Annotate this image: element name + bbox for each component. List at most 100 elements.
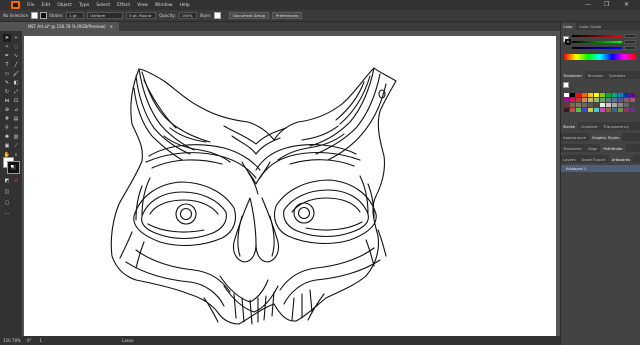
brushes-panel-tabs: Transform Brushes Symbols	[560, 71, 640, 79]
tools-panel: ➤ ➢ ✧ ◌ ✒ ∿ T ╱ ▭ 🖌 ✎ ◧ ↻ ⤢ ⋈ ⊡ ⊕ ⊿ # ▤ …	[0, 31, 22, 336]
pen-tool-icon[interactable]: ✒	[3, 52, 11, 60]
artboard-item-label: Artboard 1	[566, 166, 587, 171]
column-graph-tool-icon[interactable]: ▥	[12, 133, 20, 141]
brush-preview[interactable]	[563, 82, 569, 88]
menu-select[interactable]: Select	[96, 3, 110, 8]
canvas-area[interactable]	[22, 31, 560, 336]
symbol-sprayer-tool-icon[interactable]: ✺	[3, 133, 11, 141]
style-label: Style:	[199, 13, 212, 18]
menu-effect[interactable]: Effect	[117, 3, 130, 8]
edit-toolbar-icon[interactable]: ⋯	[3, 210, 11, 218]
tab-pathfinder[interactable]: Pathfinder	[600, 144, 626, 152]
lasso-tool-icon[interactable]: ◌	[12, 43, 20, 51]
blue-slider[interactable]	[572, 45, 636, 50]
gradient-tool-icon[interactable]: ▤	[12, 115, 20, 123]
rotate-tool-icon[interactable]: ↻	[3, 88, 11, 96]
eyedropper-tool-icon[interactable]: ⚲	[3, 124, 11, 132]
menu-view[interactable]: View	[137, 3, 148, 8]
preferences-button[interactable]: Preferences	[272, 12, 303, 19]
screen-mode-icon[interactable]: ▢	[3, 199, 11, 207]
direct-selection-tool-icon[interactable]: ➢	[12, 34, 20, 42]
minimize-icon[interactable]: —	[585, 1, 591, 8]
tab-layers[interactable]: Layers	[560, 155, 579, 163]
menu-window[interactable]: Window	[155, 3, 173, 8]
tab-artboards[interactable]: Artboards	[608, 155, 634, 163]
opacity-field[interactable]: 100%	[178, 12, 197, 19]
document-title: NST Art.ai* @ 156.78 % (RGB/Preview)	[28, 24, 106, 29]
tab-graphic-styles[interactable]: Graphic Styles	[588, 133, 623, 141]
current-tool-name: Lasso	[122, 338, 134, 343]
stroke-color-icon[interactable]	[7, 161, 20, 174]
document-setup-button[interactable]: Document Setup	[229, 12, 270, 19]
layers-panel-tabs: Layers Asset Export Artboards	[560, 155, 640, 163]
stroke-panel-tabs: Stroke Gradient Transparency	[560, 122, 640, 130]
document-tab[interactable]: NST Art.ai* @ 156.78 % (RGB/Preview) ✕	[22, 22, 119, 31]
tab-transparency[interactable]: Transparency	[601, 122, 632, 130]
swatches-grid[interactable]	[564, 93, 636, 112]
fill-swatch[interactable]	[31, 12, 39, 19]
menu-help[interactable]: Help	[180, 3, 190, 8]
line-tool-icon[interactable]: ╱	[12, 61, 20, 69]
default-colors-icon[interactable]: ◩	[3, 177, 11, 185]
opacity-label: Opacity:	[159, 13, 176, 18]
artboard-tool-icon[interactable]: ▣	[3, 142, 11, 150]
variable-width-profile[interactable]: Uniform	[87, 12, 124, 19]
document-tab-bar: NST Art.ai* @ 156.78 % (RGB/Preview) ✕	[22, 22, 560, 31]
artboard-list-item[interactable]: Artboard 1	[560, 165, 640, 172]
fill-stroke-widget[interactable]	[3, 157, 20, 174]
transform-panel-tabs: Transform Align Pathfinder	[560, 144, 640, 152]
green-slider[interactable]	[572, 39, 636, 44]
draw-mode-icon[interactable]: ◫	[3, 188, 11, 196]
tab-color-guide[interactable]: Color Guide	[576, 22, 604, 30]
artboard[interactable]	[24, 36, 556, 336]
close-window-icon[interactable]: ✕	[624, 1, 629, 8]
width-tool-icon[interactable]: ⋈	[3, 97, 11, 105]
stroke-swatch[interactable]	[40, 12, 48, 19]
scale-tool-icon[interactable]: ⤢	[12, 88, 20, 96]
free-transform-tool-icon[interactable]: ⊡	[12, 97, 20, 105]
perspective-grid-tool-icon[interactable]: ⊿	[12, 106, 20, 114]
skull-illustration	[110, 67, 397, 325]
tab-stroke[interactable]: Stroke	[560, 122, 579, 130]
menu-edit[interactable]: Edit	[42, 3, 51, 8]
type-tool-icon[interactable]: T	[3, 61, 11, 69]
paintbrush-tool-icon[interactable]: 🖌	[12, 70, 20, 78]
shape-builder-tool-icon[interactable]: ⊕	[3, 106, 11, 114]
magic-wand-tool-icon[interactable]: ✧	[3, 43, 11, 51]
tab-color[interactable]: Color	[560, 22, 576, 30]
tab-gradient[interactable]: Gradient	[578, 122, 601, 130]
color-spectrum[interactable]	[564, 54, 636, 60]
rotation-angle[interactable]: 0°	[27, 338, 32, 343]
slice-tool-icon[interactable]: ⟋	[12, 142, 20, 150]
graphic-style-swatch[interactable]	[214, 12, 222, 19]
tab-align[interactable]: Align	[585, 144, 601, 152]
stroke-weight-field[interactable]: 1 pt	[66, 12, 85, 19]
right-panel-dock: Color Color Guide Transform Brushes Symb…	[560, 22, 640, 345]
zoom-level[interactable]: 156.78%	[3, 338, 23, 343]
rectangle-tool-icon[interactable]: ▭	[3, 70, 11, 78]
menu-type[interactable]: Type	[79, 3, 89, 8]
brush-definition[interactable]: 5 pt. Round	[126, 12, 157, 19]
artboard-navigator[interactable]: 1	[40, 338, 43, 343]
stroke-label: Stroke:	[49, 13, 64, 18]
pencil-tool-icon[interactable]: ✎	[3, 79, 11, 87]
tab-symbols[interactable]: Symbols	[606, 71, 628, 79]
maximize-icon[interactable]: ❐	[604, 1, 609, 8]
tab-transform[interactable]: Transform	[560, 144, 585, 152]
tab-appearance[interactable]: Appearance	[560, 133, 589, 141]
red-slider[interactable]	[572, 33, 636, 38]
color-stroke-icon[interactable]	[565, 39, 571, 45]
close-tab-icon[interactable]: ✕	[110, 24, 113, 29]
menu-file[interactable]: File	[27, 3, 35, 8]
curvature-tool-icon[interactable]: ∿	[12, 52, 20, 60]
menu-object[interactable]: Object	[57, 3, 72, 8]
tab-transform-brushes[interactable]: Transform	[560, 71, 585, 79]
eraser-tool-icon[interactable]: ◧	[12, 79, 20, 87]
menu-bar: File Edit Object Type Select Effect View…	[0, 0, 640, 10]
none-color-icon[interactable]: ⊘	[12, 177, 20, 185]
blend-tool-icon[interactable]: ∞	[12, 124, 20, 132]
mesh-tool-icon[interactable]: #	[3, 115, 11, 123]
tab-brushes[interactable]: Brushes	[585, 71, 606, 79]
tab-asset-export[interactable]: Asset Export	[579, 155, 609, 163]
selection-tool-icon[interactable]: ➤	[3, 34, 11, 42]
